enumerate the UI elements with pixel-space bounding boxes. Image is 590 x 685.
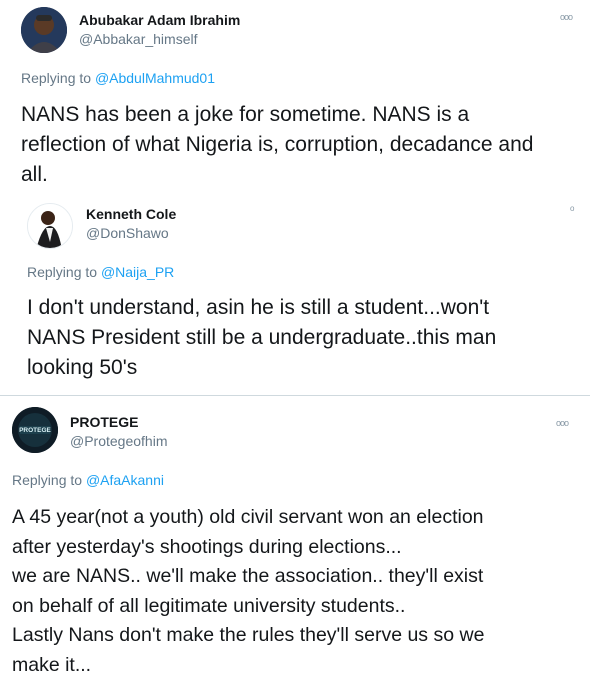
avatar-photo-icon [21,7,67,53]
tweet-text-line: make it... [12,653,92,676]
author-name[interactable]: PROTEGE [70,414,138,430]
tweet-text-line: I don't understand, asin he is still a s… [27,296,490,319]
tweet-text-line: A 45 year(not a youth) old civil servant… [12,506,484,528]
tweet-screenshot-collage: Abubakar Adam Ibrahim @Abbakar_himself o… [0,0,590,685]
tweet-text-line: NANS President still be a undergraduate.… [27,326,497,349]
tweet-text: A 45 year(not a youth) old civil servant… [12,503,587,680]
mention-link[interactable]: @AbdulMahmud01 [95,70,215,86]
tweet-protege[interactable]: PROTEGE PROTEGE @Protegeofhim ooo Replyi… [0,397,590,685]
avatar[interactable]: PROTEGE [12,407,58,453]
mention-link[interactable]: @AfaAkanni [86,472,164,488]
tweet-text-line: on behalf of all legitimate university s… [12,594,406,617]
author-name[interactable]: Kenneth Cole [86,206,176,222]
tweet-text-line: Lastly Nans don't make the rules they'll… [12,624,485,646]
author-name[interactable]: Abubakar Adam Ibrahim [79,12,240,28]
avatar[interactable] [21,7,67,53]
replying-to-line: Replying to @AfaAkanni [12,472,164,488]
more-icon[interactable]: ooo [556,418,569,428]
tweet-text: NANS has been a joke for sometime. NANS … [21,100,590,190]
tweet-abubakar[interactable]: Abubakar Adam Ibrahim @Abbakar_himself o… [0,0,590,195]
replying-to-line: Replying to @Naija_PR [27,264,174,280]
more-icon[interactable]: o [570,204,575,213]
author-handle[interactable]: @Protegeofhim [70,433,167,449]
replying-to-prefix: Replying to [12,472,86,488]
more-icon[interactable]: ooo [560,12,573,22]
divider [0,395,590,396]
tweet-text-line: all. [21,163,48,186]
tweet-text: I don't understand, asin he is still a s… [27,293,587,383]
tweet-kenneth-cole[interactable]: Kenneth Cole @DonShawo o Replying to @Na… [0,195,590,393]
tweet-text-line: after yesterday's shootings during elect… [12,535,402,558]
author-handle[interactable]: @DonShawo [86,225,169,241]
avatar-logo-icon: PROTEGE [12,407,58,453]
author-handle[interactable]: @Abbakar_himself [79,31,198,47]
replying-to-prefix: Replying to [21,70,95,86]
replying-to-prefix: Replying to [27,264,101,280]
tweet-text-line: looking 50's [27,356,138,379]
avatar[interactable] [27,203,73,249]
mention-link[interactable]: @Naija_PR [101,264,174,280]
tweet-text-line: reflection of what Nigeria is, corruptio… [21,133,534,156]
replying-to-line: Replying to @AbdulMahmud01 [21,70,215,86]
avatar-photo-icon [28,204,72,248]
tweet-text-line: we are NANS.. we'll make the association… [12,565,484,587]
avatar-logo-text: PROTEGE [19,427,51,434]
tweet-text-line: NANS has been a joke for sometime. NANS … [21,103,470,126]
